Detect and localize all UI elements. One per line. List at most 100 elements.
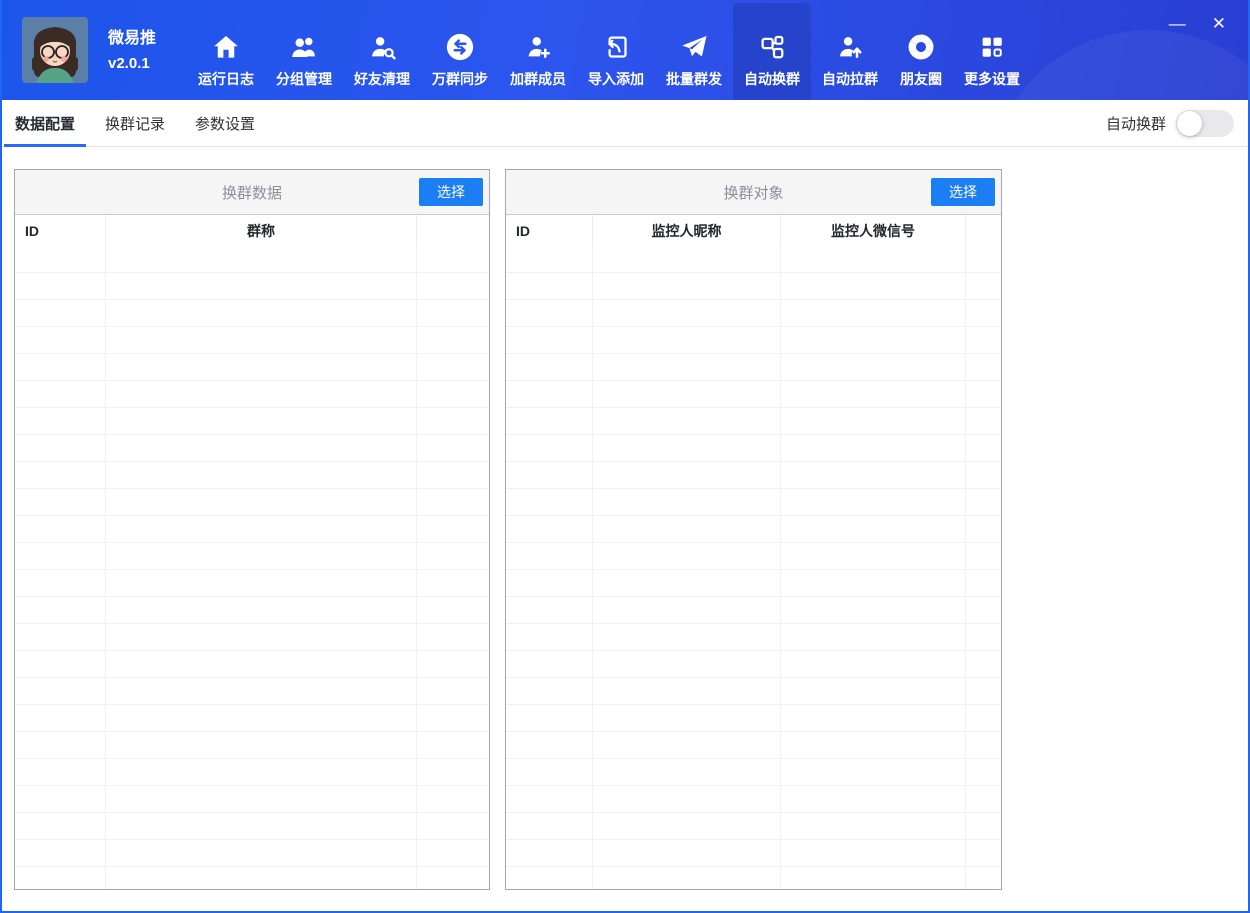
cell-monitor-wechat-id bbox=[781, 462, 966, 488]
cell-extra bbox=[966, 543, 1001, 569]
cell-group-name bbox=[106, 300, 417, 326]
tab-param-settings[interactable]: 参数设置 bbox=[184, 100, 266, 146]
cell-id bbox=[15, 597, 106, 623]
panel-swap-target-titlebar: 换群对象 选择 bbox=[506, 170, 1001, 215]
cell-id bbox=[506, 435, 593, 461]
cell-monitor-wechat-id bbox=[781, 651, 966, 677]
table-row bbox=[15, 462, 489, 489]
table-row bbox=[506, 570, 1001, 597]
cell-monitor-nickname bbox=[593, 705, 781, 731]
cell-id bbox=[15, 300, 106, 326]
nav-label: 万群同步 bbox=[432, 69, 488, 89]
panel-swap-target: 换群对象 选择 ID 监控人昵称 监控人微信号 bbox=[505, 169, 1002, 890]
users-icon bbox=[289, 32, 319, 62]
nav-item-import-add[interactable]: 导入添加 bbox=[577, 0, 655, 100]
nav-item-group-sync[interactable]: 万群同步 bbox=[421, 0, 499, 100]
tab-data-config[interactable]: 数据配置 bbox=[4, 100, 86, 146]
avatar bbox=[22, 17, 88, 83]
table-row bbox=[15, 489, 489, 516]
cell-group-name bbox=[106, 381, 417, 407]
table-row bbox=[506, 489, 1001, 516]
paper-plane-icon bbox=[679, 32, 709, 62]
cell-monitor-wechat-id bbox=[781, 516, 966, 542]
swap-data-table-header: ID 群称 bbox=[15, 215, 489, 246]
cell-group-name bbox=[106, 597, 417, 623]
nav-item-add-member[interactable]: 加群成员 bbox=[499, 0, 577, 100]
cell-extra bbox=[966, 705, 1001, 731]
table-row bbox=[506, 867, 1001, 889]
cell-extra bbox=[417, 462, 489, 488]
nav-item-friend-clean[interactable]: 好友清理 bbox=[343, 0, 421, 100]
cell-extra bbox=[966, 300, 1001, 326]
table-row bbox=[15, 867, 489, 889]
table-row bbox=[15, 354, 489, 381]
cell-group-name bbox=[106, 624, 417, 650]
cell-id bbox=[15, 435, 106, 461]
tab-label: 参数设置 bbox=[195, 113, 255, 134]
select-swap-data-button[interactable]: 选择 bbox=[419, 178, 483, 206]
import-icon bbox=[601, 32, 631, 62]
cell-monitor-wechat-id bbox=[781, 300, 966, 326]
panel-swap-data-titlebar: 换群数据 选择 bbox=[15, 170, 489, 215]
minimize-button[interactable]: — bbox=[1169, 14, 1186, 34]
nav-item-more-settings[interactable]: 更多设置 bbox=[953, 0, 1031, 100]
cell-extra bbox=[966, 678, 1001, 704]
cell-monitor-nickname bbox=[593, 786, 781, 812]
cell-extra bbox=[417, 786, 489, 812]
table-row bbox=[506, 597, 1001, 624]
table-row bbox=[506, 543, 1001, 570]
cell-extra bbox=[966, 462, 1001, 488]
cell-monitor-wechat-id bbox=[781, 354, 966, 380]
auto-swap-toggle[interactable] bbox=[1176, 110, 1234, 137]
select-swap-target-button[interactable]: 选择 bbox=[931, 178, 995, 206]
cell-id bbox=[506, 678, 593, 704]
nav-item-auto-swap-group[interactable]: 自动换群 bbox=[733, 3, 811, 100]
cell-id bbox=[15, 759, 106, 785]
nav-label: 运行日志 bbox=[198, 69, 254, 89]
cell-extra bbox=[966, 813, 1001, 839]
cell-extra bbox=[966, 867, 1001, 889]
table-row bbox=[15, 246, 489, 273]
column-header-monitor-nickname: 监控人昵称 bbox=[593, 215, 781, 246]
cell-group-name bbox=[106, 408, 417, 434]
cell-monitor-wechat-id bbox=[781, 381, 966, 407]
nav-item-batch-send[interactable]: 批量群发 bbox=[655, 0, 733, 100]
window-controls: — ✕ bbox=[1169, 14, 1226, 34]
table-row bbox=[506, 408, 1001, 435]
cell-id bbox=[506, 705, 593, 731]
cell-monitor-wechat-id bbox=[781, 327, 966, 353]
cell-id bbox=[506, 786, 593, 812]
cell-group-name bbox=[106, 678, 417, 704]
table-row bbox=[506, 624, 1001, 651]
cell-group-name bbox=[106, 273, 417, 299]
cell-id bbox=[506, 597, 593, 623]
nav-item-run-log[interactable]: 运行日志 bbox=[187, 0, 265, 100]
cell-monitor-nickname bbox=[593, 327, 781, 353]
nav-label: 好友清理 bbox=[354, 69, 410, 89]
tab-swap-records[interactable]: 换群记录 bbox=[94, 100, 176, 146]
cell-id bbox=[506, 867, 593, 889]
nav-item-group-manage[interactable]: 分组管理 bbox=[265, 0, 343, 100]
grid-icon bbox=[977, 32, 1007, 62]
cell-extra bbox=[966, 381, 1001, 407]
nav-item-moments[interactable]: 朋友圈 bbox=[889, 0, 953, 100]
cell-id bbox=[506, 462, 593, 488]
cell-monitor-wechat-id bbox=[781, 570, 966, 596]
app-header: 微易推 v2.0.1 运行日志 分组管理 好友清理 bbox=[2, 0, 1248, 100]
cell-group-name bbox=[106, 246, 417, 272]
nav-item-auto-pull-group[interactable]: 自动拉群 bbox=[811, 0, 889, 100]
cell-monitor-nickname bbox=[593, 246, 781, 272]
cell-extra bbox=[417, 651, 489, 677]
app-name: 微易推 bbox=[108, 26, 156, 52]
cell-monitor-nickname bbox=[593, 678, 781, 704]
cell-extra bbox=[417, 435, 489, 461]
cell-extra bbox=[966, 489, 1001, 515]
close-button[interactable]: ✕ bbox=[1212, 14, 1226, 34]
cell-extra bbox=[417, 381, 489, 407]
cell-extra bbox=[966, 570, 1001, 596]
cell-extra bbox=[417, 408, 489, 434]
table-row bbox=[506, 759, 1001, 786]
cell-extra bbox=[966, 840, 1001, 866]
cell-monitor-wechat-id bbox=[781, 408, 966, 434]
cell-id bbox=[15, 408, 106, 434]
